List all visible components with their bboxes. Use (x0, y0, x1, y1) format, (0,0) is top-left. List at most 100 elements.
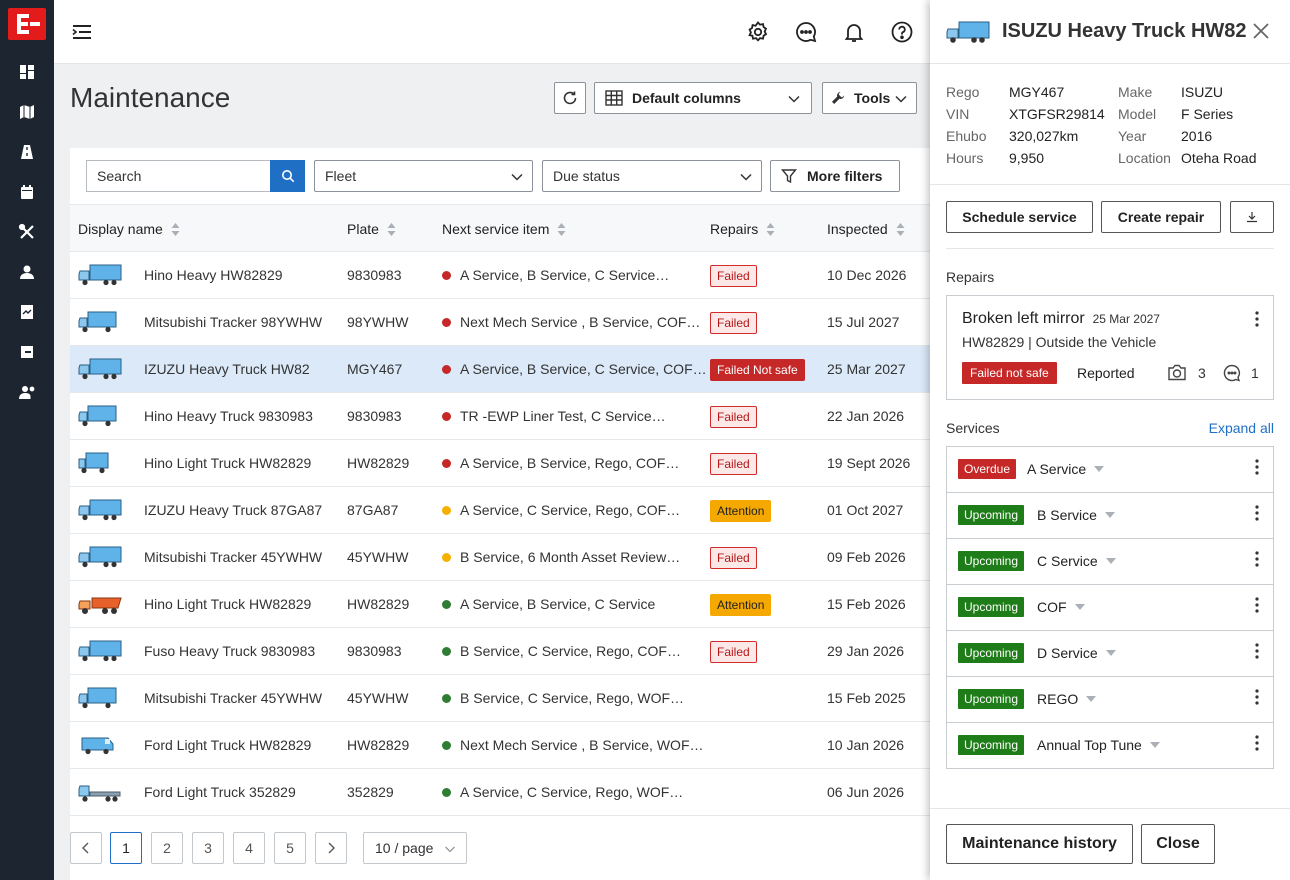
service-item[interactable]: Overdue A Service (946, 446, 1274, 493)
prev-page-button[interactable] (70, 832, 102, 864)
chat-icon[interactable] (794, 20, 818, 44)
gear-icon[interactable] (746, 20, 770, 44)
page-button-5[interactable]: 5 (274, 832, 306, 864)
service-name-text: COF (1037, 599, 1067, 615)
table-row[interactable]: Hino Heavy Truck 9830983 9830983 TR -EWP L… (70, 393, 930, 440)
due-status-select[interactable]: Due status (542, 160, 762, 192)
refresh-button[interactable] (554, 82, 586, 114)
caret-down-icon[interactable] (1105, 558, 1116, 564)
table-row[interactable]: Ford Light Truck 352829 352829 A Service, … (70, 769, 930, 816)
table-row[interactable]: Hino Light Truck HW82829 HW82829 A Service… (70, 581, 930, 628)
status-dot (442, 412, 451, 421)
sort-icon (387, 222, 396, 236)
fleet-select[interactable]: Fleet (314, 160, 533, 192)
kebab-icon[interactable] (1255, 643, 1259, 659)
close-button[interactable]: Close (1141, 824, 1215, 864)
next-service-cell: A Service, B Service, C Service… (442, 267, 669, 283)
service-item[interactable]: Upcoming B Service (946, 492, 1274, 539)
close-icon[interactable] (1252, 22, 1270, 40)
caret-down-icon[interactable] (1105, 650, 1116, 656)
page-button-2[interactable]: 2 (151, 832, 183, 864)
service-item[interactable]: Upcoming Annual Top Tune (946, 722, 1274, 769)
next-service-text: A Service, B Service, C Service… (460, 267, 670, 283)
kebab-icon[interactable] (1255, 459, 1259, 475)
table-row[interactable]: Mitsubishi Tracker 98YWHW 98YWHW Next Mech… (70, 299, 930, 346)
col-plate[interactable]: Plate (347, 221, 396, 237)
schedule-service-button[interactable]: Schedule service (946, 201, 1093, 233)
page-button-4[interactable]: 4 (233, 832, 265, 864)
map-icon[interactable] (18, 103, 36, 121)
vehicle-detail-drawer: ISUZU Heavy Truck HW82 Rego MGY467 VIN XTGF… (930, 0, 1290, 880)
col-inspected[interactable]: Inspected (827, 221, 905, 237)
camera-icon[interactable] (1167, 364, 1187, 381)
page-button-3[interactable]: 3 (192, 832, 224, 864)
table-row[interactable]: IZUZU Heavy Truck HW82 MGY467 A Service, B… (70, 346, 930, 393)
col-next-service[interactable]: Next service item (442, 221, 566, 237)
kebab-icon[interactable] (1255, 689, 1259, 705)
brand-logo[interactable] (8, 8, 46, 40)
caret-down-icon[interactable] (1086, 696, 1097, 702)
kebab-icon[interactable] (1255, 551, 1259, 567)
next-service-cell: Next Mech Service , B Service, COF… (442, 314, 700, 330)
caret-down-icon[interactable] (1094, 466, 1105, 472)
next-service-text: A Service, C Service, Rego, COF… (460, 502, 681, 518)
table-row[interactable]: Fuso Heavy Truck 9830983 9830983 B Service… (70, 628, 930, 675)
download-button[interactable] (1230, 201, 1274, 233)
page-size-label: 10 / page (375, 840, 434, 856)
dashboard-icon[interactable] (18, 63, 36, 81)
page-button-1[interactable]: 1 (110, 832, 142, 864)
caret-down-icon[interactable] (1149, 742, 1160, 748)
table-row[interactable]: IZUZU Heavy Truck 87GA87 87GA87 A Service,… (70, 487, 930, 534)
default-columns-select[interactable]: Default columns (594, 82, 812, 114)
caret-down-icon[interactable] (1074, 604, 1085, 610)
service-item[interactable]: Upcoming D Service (946, 630, 1274, 677)
vehicle-truck-large-icon (78, 546, 122, 568)
status-dot (442, 788, 451, 797)
kebab-icon[interactable] (1255, 735, 1259, 751)
maintenance-history-button[interactable]: Maintenance history (946, 824, 1133, 864)
report-icon[interactable] (18, 303, 36, 321)
plate-cell: 45YWHW (347, 549, 409, 565)
calendar-icon[interactable] (18, 183, 36, 201)
table-row[interactable]: Ford Light Truck HW82829 HW82829 Next Mech… (70, 722, 930, 769)
table-row[interactable]: Hino Heavy HW82829 9830983 A Service, B Se… (70, 252, 930, 299)
service-item[interactable]: Upcoming COF (946, 584, 1274, 631)
tools-button[interactable]: Tools (822, 82, 917, 114)
search-button[interactable] (270, 160, 305, 192)
service-status-tag: Upcoming (958, 689, 1025, 709)
repair-card[interactable]: Broken left mirror 25 Mar 2027 HW82829 |… (946, 295, 1274, 400)
service-item[interactable]: Upcoming REGO (946, 676, 1274, 723)
create-repair-button[interactable]: Create repair (1101, 201, 1221, 233)
caret-down-icon[interactable] (1104, 512, 1115, 518)
col-display-name[interactable]: Display name (78, 221, 180, 237)
help-icon[interactable] (890, 20, 914, 44)
bell-icon[interactable] (842, 20, 866, 44)
page-size-select[interactable]: 10 / page (363, 832, 467, 864)
more-filters-button[interactable]: More filters (770, 160, 900, 192)
tools-icon[interactable] (18, 223, 36, 241)
search-input[interactable] (86, 160, 270, 192)
plate-cell: HW82829 (347, 455, 410, 471)
comment-icon[interactable] (1223, 364, 1241, 382)
team-settings-icon[interactable] (18, 383, 36, 401)
service-name-text: C Service (1037, 553, 1098, 569)
repair-status-text: Reported (1077, 365, 1135, 381)
kebab-icon[interactable] (1255, 505, 1259, 521)
kebab-icon[interactable] (1255, 311, 1259, 327)
service-status-tag: Upcoming (958, 597, 1025, 617)
col-repairs[interactable]: Repairs (710, 221, 775, 237)
road-icon[interactable] (18, 143, 36, 161)
kebab-icon[interactable] (1255, 597, 1259, 613)
table-row[interactable]: Hino Light Truck HW82829 HW82829 A Service… (70, 440, 930, 487)
expand-all-link[interactable]: Expand all (1209, 420, 1274, 436)
card-icon[interactable] (18, 343, 36, 361)
table-row[interactable]: Mitsubishi Tracker 45YWHW 45YWHW B Service… (70, 534, 930, 581)
user-icon[interactable] (18, 263, 36, 281)
display-name-cell: Mitsubishi Tracker 45YWHW (144, 690, 323, 706)
menu-toggle-icon[interactable] (70, 20, 94, 44)
next-page-button[interactable] (315, 832, 347, 864)
service-item[interactable]: Upcoming C Service (946, 538, 1274, 585)
detail-label: Make (1118, 84, 1153, 100)
plate-cell: 352829 (347, 784, 394, 800)
table-row[interactable]: Mitsubishi Tracker 45YWHW 45YWHW B Service… (70, 675, 930, 722)
